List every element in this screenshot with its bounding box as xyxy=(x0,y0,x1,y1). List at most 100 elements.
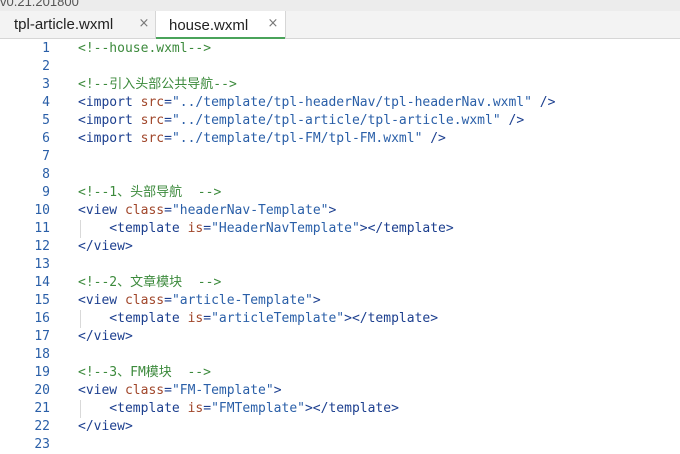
code-line[interactable]: 20 <view class="FM-Template"> xyxy=(0,382,680,400)
line-number: 2 xyxy=(42,59,50,74)
line-number: 15 xyxy=(34,293,50,308)
code-line[interactable]: 18 xyxy=(0,346,680,364)
token-attr: is xyxy=(187,311,204,326)
token-punct: = xyxy=(164,131,172,146)
tab-house[interactable]: house.wxml × xyxy=(156,11,286,39)
code-line[interactable]: 17 </view> xyxy=(0,328,680,346)
code-text: <!--引入头部公共导航--> xyxy=(78,76,237,94)
line-number: 11 xyxy=(34,221,50,236)
token-punct: = xyxy=(203,401,212,416)
token-comment: <!--3、FM模块 --> xyxy=(78,365,211,380)
code-line[interactable]: 19 <!--3、FM模块 --> xyxy=(0,364,680,382)
line-number: 9 xyxy=(42,185,50,200)
code-line[interactable]: 9 <!--1、头部导航 --> xyxy=(0,184,680,202)
code-line[interactable]: 22 </view> xyxy=(0,418,680,436)
token-comment: <!--引入头部公共导航--> xyxy=(78,77,237,92)
line-number: 21 xyxy=(34,401,50,416)
token-str: "headerNav-Template" xyxy=(171,203,329,218)
line-number: 10 xyxy=(34,203,50,218)
line-number: 17 xyxy=(34,329,50,344)
code-line[interactable]: 15 <view class="article-Template"> xyxy=(0,292,680,310)
line-number: 19 xyxy=(34,365,50,380)
code-text: </view> xyxy=(78,238,133,256)
code-text: <import src="../template/tpl-headerNav/t… xyxy=(78,94,555,112)
token-attr: is xyxy=(187,221,204,236)
token-attr: class xyxy=(124,293,165,308)
code-line[interactable]: 16 <template is="articleTemplate"></temp… xyxy=(0,310,680,328)
token-punct: = xyxy=(164,383,172,398)
line-number: 3 xyxy=(42,77,50,92)
tab-label: tpl-article.wxml xyxy=(14,16,114,33)
code-line[interactable]: 5 <import src="../template/tpl-article/tp… xyxy=(0,112,680,130)
token-attr: src xyxy=(140,113,165,128)
line-number: 1 xyxy=(42,41,50,56)
token-attr: class xyxy=(124,383,165,398)
token-comment: <!--2、文章模块 --> xyxy=(78,275,222,290)
close-icon[interactable]: × xyxy=(137,17,151,31)
token-punct: = xyxy=(164,95,172,110)
code-editor[interactable]: 1 <!--house.wxml--> 2 3 <!--引入头部公共导航--> 4 <imp… xyxy=(0,39,680,454)
token-tag: > xyxy=(312,293,321,308)
line-number: 6 xyxy=(42,131,50,146)
line-number: 18 xyxy=(34,347,50,362)
code-line[interactable]: 11 <template is="HeaderNavTemplate"></te… xyxy=(0,220,680,238)
code-line[interactable]: 4 <import src="../template/tpl-headerNav/… xyxy=(0,94,680,112)
version-label: v0.21.201800 xyxy=(0,0,79,9)
line-number: 20 xyxy=(34,383,50,398)
token-str: "article-Template" xyxy=(171,293,313,308)
line-number: 23 xyxy=(34,437,50,452)
code-line[interactable]: 7 xyxy=(0,148,680,166)
code-text: <template is="FMTemplate"></template> xyxy=(78,400,399,418)
code-text: <!--1、头部导航 --> xyxy=(78,184,221,202)
code-line[interactable]: 2 xyxy=(0,58,680,76)
token-tag: <view xyxy=(78,203,125,218)
token-punct: = xyxy=(164,293,172,308)
code-text: <template is="HeaderNavTemplate"></templ… xyxy=(78,220,454,238)
token-str: "articleTemplate" xyxy=(211,311,345,326)
token-punct: = xyxy=(203,311,212,326)
line-number: 5 xyxy=(42,113,50,128)
line-number: 13 xyxy=(34,257,50,272)
token-tag: </view> xyxy=(78,329,133,344)
token-comment: <!--house.wxml--> xyxy=(78,41,212,56)
tab-tpl-article[interactable]: tpl-article.wxml × xyxy=(0,11,156,38)
token-tag: ></template> xyxy=(344,311,439,326)
token-attr: src xyxy=(140,95,165,110)
line-number: 12 xyxy=(34,239,50,254)
code-line[interactable]: 13 xyxy=(0,256,680,274)
token-comment: <!--1、头部导航 --> xyxy=(78,185,222,200)
version-bar: v0.21.201800 xyxy=(0,0,680,11)
token-tag: /> xyxy=(422,131,446,146)
close-icon[interactable]: × xyxy=(266,17,280,31)
token-str: "FMTemplate" xyxy=(211,401,305,416)
code-line[interactable]: 10 <view class="headerNav-Template"> xyxy=(0,202,680,220)
code-line[interactable]: 8 xyxy=(0,166,680,184)
code-text: </view> xyxy=(78,418,133,436)
token-tag: <import xyxy=(78,95,141,110)
code-line[interactable]: 3 <!--引入头部公共导航--> xyxy=(0,76,680,94)
code-text: <template is="articleTemplate"></templat… xyxy=(78,310,438,328)
code-line[interactable]: 12 </view> xyxy=(0,238,680,256)
token-tag: <import xyxy=(78,113,141,128)
token-tag: /> xyxy=(531,95,556,110)
token-tag: > xyxy=(328,203,337,218)
token-tag: </view> xyxy=(78,419,133,434)
code-line[interactable]: 23 xyxy=(0,436,680,454)
token-str: "../template/tpl-headerNav/tpl-headerNav… xyxy=(171,95,532,110)
token-tag: ></template> xyxy=(304,401,399,416)
code-text: <!--house.wxml--> xyxy=(78,40,211,58)
line-number: 16 xyxy=(34,311,50,326)
line-number: 14 xyxy=(34,275,50,290)
token-tag: ></template> xyxy=(359,221,454,236)
code-line[interactable]: 6 <import src="../template/tpl-FM/tpl-FM.… xyxy=(0,130,680,148)
code-text: <view class="FM-Template"> xyxy=(78,382,282,400)
token-attr: src xyxy=(140,131,165,146)
token-punct: = xyxy=(164,113,172,128)
code-text: <!--2、文章模块 --> xyxy=(78,274,221,292)
code-line[interactable]: 1 <!--house.wxml--> xyxy=(0,40,680,58)
code-line[interactable]: 21 <template is="FMTemplate"></template> xyxy=(0,400,680,418)
token-attr: class xyxy=(124,203,165,218)
code-text: <import src="../template/tpl-article/tpl… xyxy=(78,112,524,130)
code-line[interactable]: 14 <!--2、文章模块 --> xyxy=(0,274,680,292)
code-text: <view class="article-Template"> xyxy=(78,292,321,310)
